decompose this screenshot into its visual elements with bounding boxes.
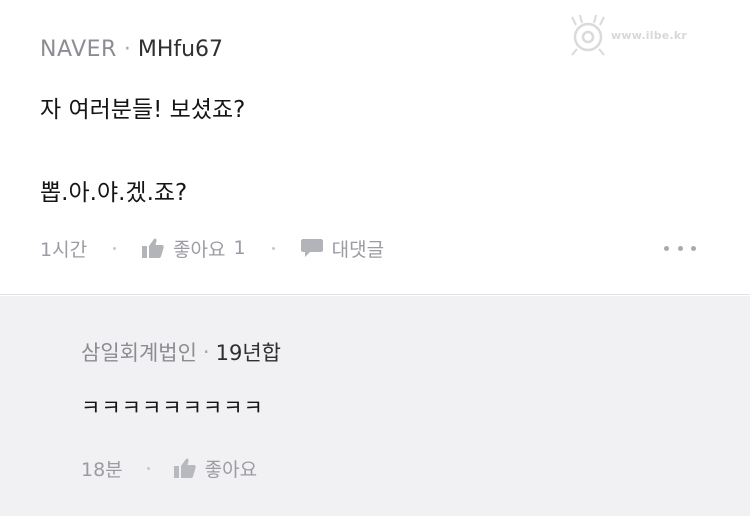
- more-options-button[interactable]: [664, 238, 696, 258]
- reply-button[interactable]: 대댓글: [300, 235, 385, 262]
- more-dots-icon: [664, 245, 669, 251]
- meta-separator: [113, 246, 117, 250]
- reply-author-separator: ·: [202, 340, 210, 364]
- reply-nickname[interactable]: 19년합: [216, 337, 281, 367]
- reply-source: 삼일회계법인: [81, 341, 197, 365]
- author-separator: ·: [123, 36, 131, 62]
- reply-like-button[interactable]: 좋아요: [173, 455, 258, 482]
- reply-like-label: 좋아요: [204, 458, 258, 481]
- meta-separator: [146, 466, 150, 470]
- reply-author-row: 삼일회계법인 · 19년합: [81, 338, 281, 366]
- thumbs-up-icon: [173, 458, 196, 478]
- more-dots-icon: [677, 245, 683, 251]
- meta-separator: [271, 246, 275, 250]
- reply-label: 대댓글: [331, 238, 385, 261]
- reply-time: 18분: [81, 458, 123, 481]
- comment-text-line-2: 뽑.아.야.겠.죠?: [40, 180, 188, 206]
- speech-bubble-icon: [300, 239, 323, 257]
- watermark-text: www.ilbe.kr: [611, 28, 687, 42]
- reply-meta-row: 18분 좋아요: [81, 454, 257, 482]
- comment-text-line-1: 자 여러분들! 보셨죠?: [40, 97, 246, 123]
- thumbs-up-icon: [142, 238, 164, 258]
- like-label: 좋아요: [173, 238, 226, 261]
- mascot-logo-icon: [571, 14, 605, 56]
- like-button[interactable]: 좋아요 1: [142, 235, 246, 262]
- more-dots-icon: [691, 245, 696, 251]
- reply-text: ㅋㅋㅋㅋㅋㅋㅋㅋㅋ: [81, 396, 264, 420]
- comment-time: 1시간: [40, 238, 88, 261]
- comment-meta-row: 1시간 좋아요 1 대댓글: [40, 234, 384, 262]
- comment-card: www.ilbe.kr NAVER · MHfu67 자 여러분들! 보셨죠? …: [0, 0, 750, 295]
- like-count: 1: [233, 237, 246, 259]
- comment-source: NAVER: [40, 36, 117, 62]
- comment-author-row: NAVER · MHfu67: [40, 34, 223, 64]
- reply-card: 삼일회계법인 · 19년합 ㅋㅋㅋㅋㅋㅋㅋㅋㅋ 18분 좋아요: [0, 296, 750, 516]
- comment-nickname[interactable]: MHfu67: [138, 37, 223, 62]
- watermark: www.ilbe.kr: [568, 12, 740, 58]
